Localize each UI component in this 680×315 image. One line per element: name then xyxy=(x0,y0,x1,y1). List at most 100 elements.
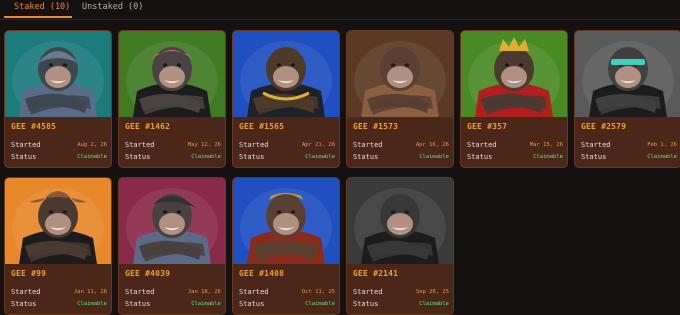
started-row: Started May 12, 26 xyxy=(125,141,221,151)
nft-name: GEE #99 xyxy=(11,269,47,278)
started-row: Started Mar 15, 26 xyxy=(467,141,563,151)
nft-name: GEE #1462 xyxy=(125,122,171,131)
status-label: Status xyxy=(581,153,607,161)
nft-info: GEE #99 Started Jan 11, 26 Status Claimable xyxy=(5,264,111,314)
status-value: Claimable xyxy=(419,154,449,160)
staking-tabs: Staked (10) Unstaked (0) xyxy=(0,0,680,20)
started-label: Started xyxy=(467,141,497,149)
started-label: Started xyxy=(239,288,269,296)
started-label: Started xyxy=(239,141,269,149)
started-label: Started xyxy=(353,141,383,149)
nft-info: GEE #2141 Started Sep 26, 25 Status Claimabl… xyxy=(347,264,453,314)
started-date: Jan 11, 26 xyxy=(73,289,107,295)
status-label: Status xyxy=(239,153,265,161)
started-date: Apr 16, 26 xyxy=(415,142,449,148)
status-value: Claimable xyxy=(77,154,107,160)
status-value: Claimable xyxy=(305,301,335,307)
nft-name: GEE #4585 xyxy=(11,122,57,131)
nft-card[interactable]: GEE #4585 Started Aug 2, 26 Status Claimable xyxy=(4,30,112,168)
status-value: Claimable xyxy=(533,154,563,160)
started-row: Started Apr 16, 26 xyxy=(353,141,449,151)
started-date: Feb 1, 26 xyxy=(647,142,677,148)
nft-card[interactable]: GEE #99 Started Jan 11, 26 Status Claimable xyxy=(4,177,112,315)
nft-grid: GEE #4585 Started Aug 2, 26 Status Claimable… xyxy=(0,30,680,315)
nft-info: GEE #4585 Started Aug 2, 26 Status Claimable xyxy=(5,117,111,167)
nft-name: GEE #1565 xyxy=(239,122,285,131)
started-row: Started Apr 21, 26 xyxy=(239,141,335,151)
nft-info: GEE #357 Started Mar 15, 26 Status Claimable xyxy=(461,117,567,167)
status-label: Status xyxy=(125,300,151,308)
nft-card[interactable]: GEE #1462 Started May 12, 26 Status Claimabl… xyxy=(118,30,226,168)
status-row: Status Claimable xyxy=(581,153,677,163)
status-row: Status Claimable xyxy=(11,153,107,163)
nft-image xyxy=(461,31,567,117)
started-label: Started xyxy=(581,141,611,149)
started-date: Aug 2, 26 xyxy=(77,142,107,148)
status-value: Claimable xyxy=(647,154,677,160)
status-value: Claimable xyxy=(191,154,221,160)
status-row: Status Claimable xyxy=(11,300,107,310)
status-row: Status Claimable xyxy=(125,153,221,163)
nft-name: GEE #4039 xyxy=(125,269,171,278)
nft-image xyxy=(119,31,225,117)
status-row: Status Claimable xyxy=(239,300,335,310)
started-row: Started Aug 2, 26 xyxy=(11,141,107,151)
status-label: Status xyxy=(467,153,493,161)
started-row: Started Feb 1, 26 xyxy=(581,141,677,151)
started-date: Jan 18, 26 xyxy=(187,289,221,295)
nft-image xyxy=(5,31,111,117)
nft-info: GEE #2579 Started Feb 1, 26 Status Claimable xyxy=(575,117,680,167)
started-date: Mar 15, 26 xyxy=(529,142,563,148)
nft-name: GEE #1573 xyxy=(353,122,399,131)
nft-image xyxy=(347,31,453,117)
started-label: Started xyxy=(125,141,155,149)
nft-card[interactable]: GEE #4039 Started Jan 18, 26 Status Claimabl… xyxy=(118,177,226,315)
nft-info: GEE #1573 Started Apr 16, 26 Status Claimabl… xyxy=(347,117,453,167)
nft-card[interactable]: GEE #2579 Started Feb 1, 26 Status Claimable xyxy=(574,30,680,168)
status-label: Status xyxy=(353,153,379,161)
nft-card[interactable]: GEE #1408 Started Oct 11, 25 Status Claimabl… xyxy=(232,177,340,315)
status-value: Claimable xyxy=(77,301,107,307)
started-label: Started xyxy=(11,288,41,296)
status-label: Status xyxy=(11,300,37,308)
nft-card[interactable]: GEE #357 Started Mar 15, 26 Status Claimable xyxy=(460,30,568,168)
status-value: Claimable xyxy=(191,301,221,307)
nft-info: GEE #1565 Started Apr 21, 26 Status Claimabl… xyxy=(233,117,339,167)
status-row: Status Claimable xyxy=(353,153,449,163)
nft-name: GEE #1408 xyxy=(239,269,285,278)
started-date: Oct 11, 25 xyxy=(301,289,335,295)
nft-image xyxy=(347,178,453,264)
started-label: Started xyxy=(11,141,41,149)
nft-card[interactable]: GEE #1565 Started Apr 21, 26 Status Claimabl… xyxy=(232,30,340,168)
status-row: Status Claimable xyxy=(467,153,563,163)
started-label: Started xyxy=(353,288,383,296)
started-label: Started xyxy=(125,288,155,296)
nft-image xyxy=(119,178,225,264)
nft-image xyxy=(5,178,111,264)
status-value: Claimable xyxy=(305,154,335,160)
status-label: Status xyxy=(353,300,379,308)
status-row: Status Claimable xyxy=(125,300,221,310)
nft-name: GEE #2141 xyxy=(353,269,399,278)
status-label: Status xyxy=(239,300,265,308)
status-label: Status xyxy=(125,153,151,161)
started-date: Sep 26, 25 xyxy=(415,289,449,295)
started-date: Apr 21, 26 xyxy=(301,142,335,148)
nft-image xyxy=(233,178,339,264)
nft-card[interactable]: GEE #2141 Started Sep 26, 25 Status Claimabl… xyxy=(346,177,454,315)
nft-image xyxy=(233,31,339,117)
started-date: May 12, 26 xyxy=(187,142,221,148)
nft-image xyxy=(575,31,680,117)
nft-info: GEE #4039 Started Jan 18, 26 Status Claimabl… xyxy=(119,264,225,314)
status-value: Claimable xyxy=(419,301,449,307)
nft-card[interactable]: GEE #1573 Started Apr 16, 26 Status Claimabl… xyxy=(346,30,454,168)
nft-name: GEE #2579 xyxy=(581,122,627,131)
tab-staked[interactable]: Staked (10) xyxy=(4,0,72,18)
status-label: Status xyxy=(11,153,37,161)
status-row: Status Claimable xyxy=(353,300,449,310)
nft-name: GEE #357 xyxy=(467,122,508,131)
tab-unstaked[interactable]: Unstaked (0) xyxy=(82,0,143,18)
status-row: Status Claimable xyxy=(239,153,335,163)
nft-info: GEE #1408 Started Oct 11, 25 Status Claimabl… xyxy=(233,264,339,314)
nft-info: GEE #1462 Started May 12, 26 Status Claimabl… xyxy=(119,117,225,167)
